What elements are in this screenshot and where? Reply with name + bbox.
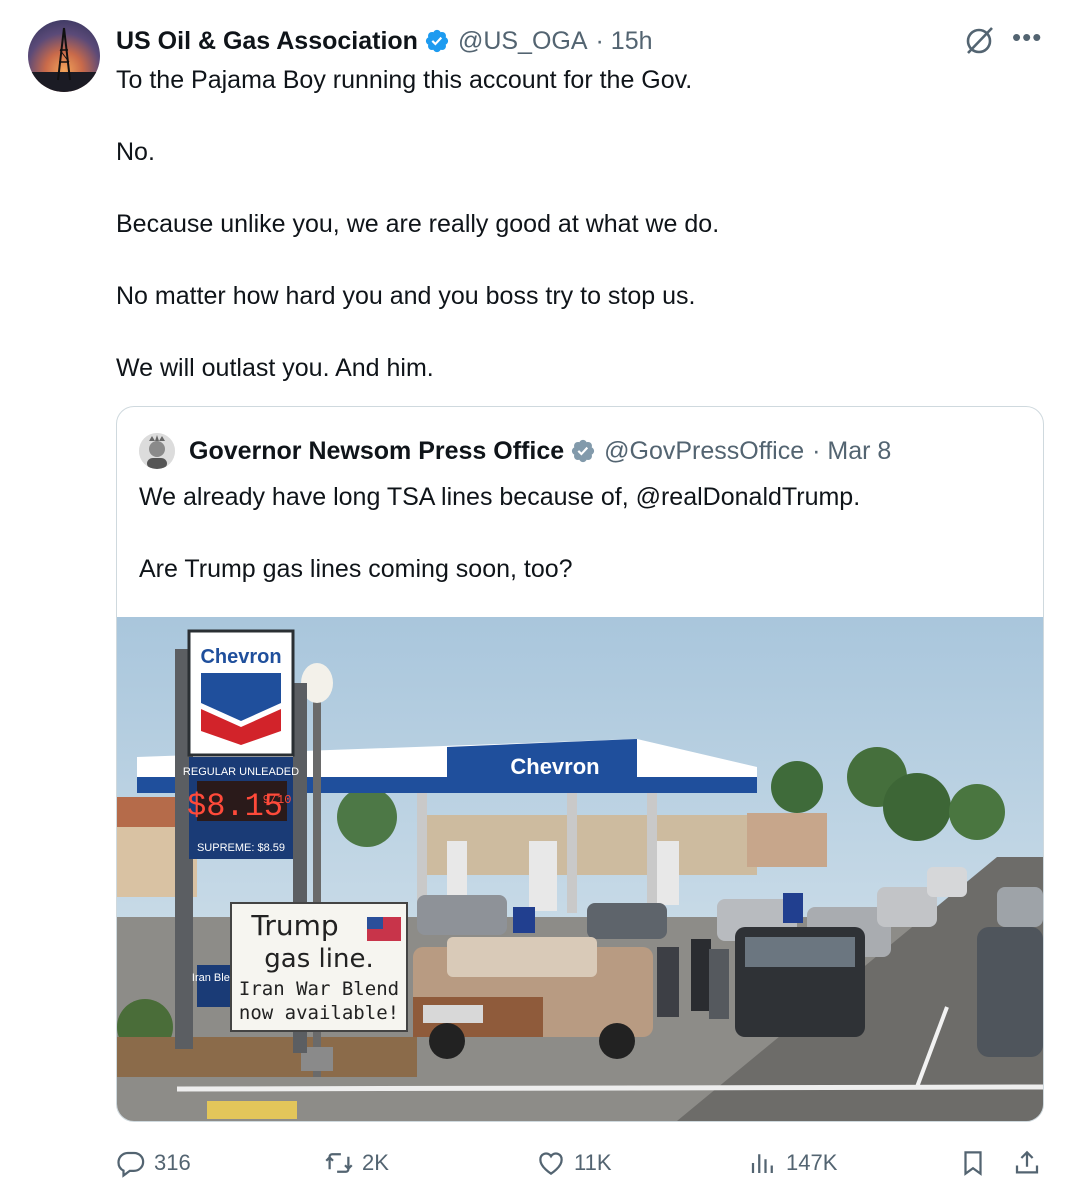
- quoted-timestamp: · Mar 8: [812, 436, 892, 465]
- pylon-brand: Chevron: [200, 646, 281, 668]
- quoted-author-avatar: [139, 433, 175, 469]
- tweet-text: To the Pajama Boy running this account f…: [116, 62, 1036, 386]
- quoted-line: Are Trump gas lines coming soon, too?: [139, 555, 573, 583]
- tweet-header: US Oil & Gas Association @US_OGA · 15h: [116, 24, 653, 58]
- reply-count: 316: [154, 1150, 191, 1175]
- verified-badge-icon: [572, 439, 595, 463]
- verified-badge-icon: [425, 29, 449, 53]
- price-label: REGULAR UNLEADED: [183, 766, 299, 778]
- quoted-author-handle: @GovPressOffice: [604, 436, 805, 465]
- author-avatar[interactable]: [28, 20, 100, 92]
- heart-icon: [539, 1152, 563, 1175]
- tweet-line: Because unlike you, we are really good a…: [116, 210, 720, 238]
- bookmark-button[interactable]: [958, 1140, 988, 1186]
- views-count: 147K: [786, 1150, 838, 1175]
- repost-button[interactable]: 2K: [324, 1140, 389, 1186]
- bookmark-icon: [964, 1151, 982, 1176]
- sign-line-2: gas line.: [264, 944, 373, 974]
- sign-line-1: Trump: [250, 909, 338, 942]
- sign-line-4: now available!: [239, 1002, 399, 1024]
- price-fraction: 9/10: [263, 793, 292, 807]
- tweet-line: We will outlast you. And him.: [116, 354, 434, 382]
- quoted-tweet[interactable]: Governor Newsom Press Office @GovPressOf…: [116, 406, 1044, 1122]
- canopy-brand: Chevron: [510, 754, 599, 779]
- sign-line-3: Iran War Blend: [239, 978, 399, 1000]
- author-name[interactable]: US Oil & Gas Association: [116, 27, 418, 56]
- share-icon: [1015, 1150, 1039, 1174]
- gas-station-photo[interactable]: Chevron Chevron REGULAR UNLEADED $8.15 9…: [117, 617, 1043, 1121]
- quoted-tweet-text: We already have long TSA lines because o…: [139, 479, 1019, 587]
- tweet-timestamp[interactable]: · 15h: [596, 27, 653, 56]
- grok-icon[interactable]: [962, 24, 996, 58]
- tweet-line: To the Pajama Boy running this account f…: [116, 66, 693, 94]
- author-handle[interactable]: @US_OGA: [458, 27, 588, 56]
- quoted-line: We already have long TSA lines because o…: [139, 483, 861, 511]
- repost-count: 2K: [362, 1150, 389, 1175]
- repost-icon: [325, 1153, 353, 1173]
- tweet-actions: 316 2K 11K 147K: [116, 1140, 1046, 1186]
- like-count: 11K: [574, 1150, 612, 1175]
- views-button[interactable]: 147K: [748, 1140, 837, 1186]
- tweet-line: No matter how hard you and you boss try …: [116, 282, 696, 310]
- supreme-price: SUPREME: $8.59: [197, 842, 285, 854]
- like-button[interactable]: 11K: [536, 1140, 612, 1186]
- quoted-tweet-header: Governor Newsom Press Office @GovPressOf…: [139, 433, 891, 469]
- quoted-author-name: Governor Newsom Press Office: [189, 436, 565, 465]
- tweet-line: No.: [116, 138, 155, 166]
- more-options-icon[interactable]: •••: [1012, 22, 1042, 53]
- reply-icon: [117, 1151, 145, 1178]
- share-button[interactable]: [1012, 1140, 1042, 1186]
- views-icon: [751, 1154, 773, 1173]
- reply-button[interactable]: 316: [116, 1140, 191, 1186]
